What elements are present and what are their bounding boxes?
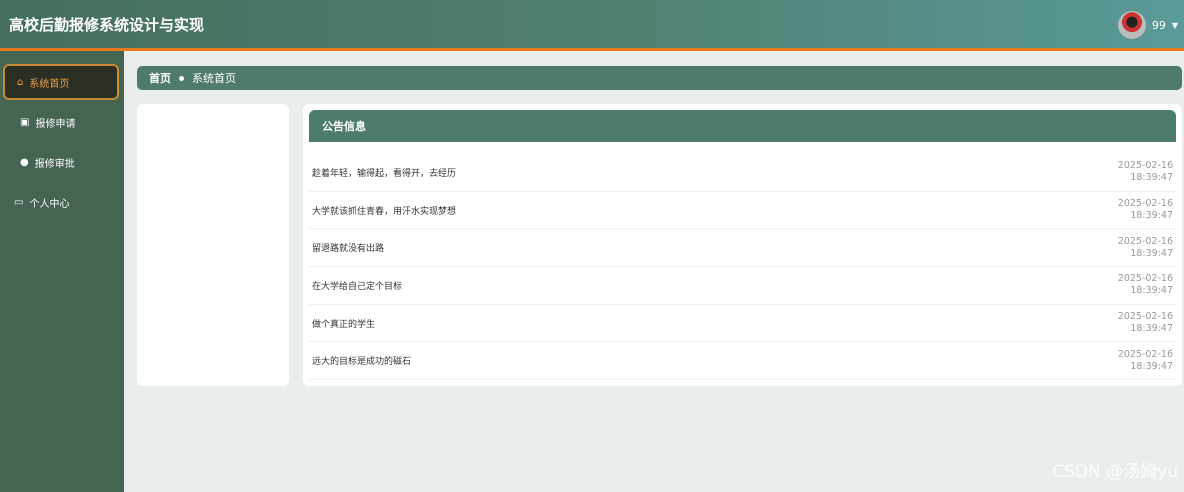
breadcrumb-current: 系统首页: [192, 72, 236, 85]
notice-date: 2025-02-16: [1117, 273, 1173, 285]
sidebar: ⌂ 系统首页 ▣ 报修申请 ● 报修审批 ▭ 个人中心: [0, 51, 124, 492]
notice-item[interactable]: 在大学给自己定个目标 2025-02-16 18:39:47: [309, 267, 1176, 305]
card-icon: ▭: [14, 196, 24, 208]
notice-time: 18:39:47: [1130, 172, 1173, 184]
sidebar-item-label: 报修审批: [34, 158, 75, 170]
breadcrumb: 首页 系统首页: [137, 66, 1182, 90]
watermark: CSDN @汤姆yu: [1052, 462, 1178, 482]
notice-timestamp: 2025-02-16 18:39:47: [1118, 236, 1173, 260]
notice-title[interactable]: 在大学给自己定个目标: [312, 279, 402, 292]
sidebar-item-label: 系统首页: [29, 78, 70, 90]
caret-down-icon: ▼: [1171, 20, 1178, 30]
notice-timestamp: 2025-02-16 18:39:47: [1118, 349, 1173, 373]
sidebar-item-profile[interactable]: ▭ 个人中心: [0, 184, 124, 220]
notice-item[interactable]: 留退路就没有出路 2025-02-16 18:39:47: [309, 229, 1176, 268]
sidebar-item-repair-approval[interactable]: ● 报修审批: [0, 144, 124, 180]
notice-title[interactable]: 做个真正的学生: [312, 317, 375, 330]
notice-date: 2025-02-16: [1117, 235, 1173, 247]
notice-date: 2025-02-16: [1117, 198, 1173, 210]
notice-item[interactable]: 远大的目标是成功的磁石 2025-02-16 18:39:47: [309, 342, 1176, 381]
notice-date: 2025-02-16: [1117, 160, 1173, 172]
notice-date: 2025-02-16: [1117, 348, 1173, 360]
sidebar-item-home[interactable]: ⌂ 系统首页: [3, 64, 119, 100]
notice-timestamp: 2025-02-16 18:39:47: [1118, 160, 1173, 184]
notice-timestamp: 2025-02-16 18:39:47: [1118, 198, 1173, 222]
notice-title[interactable]: 远大的目标是成功的磁石: [312, 354, 411, 367]
notice-panel: 公告信息 趁着年轻，输得起，看得开，去经历 2025-02-16 18:39:47 大…: [303, 104, 1182, 386]
notice-title[interactable]: 留退路就没有出路: [312, 241, 384, 254]
notice-item[interactable]: 做个真正的学生 2025-02-16 18:39:47: [309, 305, 1176, 343]
breadcrumb-separator: [179, 75, 184, 81]
avatar[interactable]: [1117, 11, 1146, 39]
notice-time: 18:39:47: [1130, 285, 1173, 297]
app-title: 高校后勤报修系统设计与实现: [9, 15, 205, 34]
home-icon: ⌂: [17, 76, 24, 88]
notice-item[interactable]: 大学就该抓住青春，用汗水实现梦想 2025-02-16 18:39:47: [309, 192, 1176, 230]
notice-item[interactable]: 趁着年轻，输得起，看得开，去经历 2025-02-16 18:39:47: [309, 154, 1176, 192]
breadcrumb-home[interactable]: 首页: [149, 70, 171, 86]
notice-time: 18:39:47: [1130, 210, 1173, 222]
notice-time: 18:39:47: [1130, 360, 1173, 372]
notice-timestamp: 2025-02-16 18:39:47: [1118, 311, 1173, 335]
sidebar-item-repair-request[interactable]: ▣ 报修申请: [0, 104, 124, 140]
user-icon: ●: [20, 156, 29, 168]
notice-time: 18:39:47: [1130, 247, 1173, 259]
notice-title[interactable]: 趁着年轻，输得起，看得开，去经历: [312, 166, 456, 179]
notice-date: 2025-02-16: [1117, 311, 1173, 323]
top-header: 高校后勤报修系统设计与实现 99 ▼: [0, 0, 1184, 51]
notice-time: 18:39:47: [1130, 323, 1173, 335]
clipboard-icon: ▣: [20, 116, 30, 128]
notice-title[interactable]: 大学就该抓住青春，用汗水实现梦想: [312, 204, 456, 217]
username: 99: [1151, 18, 1166, 32]
notice-timestamp: 2025-02-16 18:39:47: [1118, 273, 1173, 297]
notice-list: 趁着年轻，输得起，看得开，去经历 2025-02-16 18:39:47 大学就该抓住…: [309, 154, 1176, 381]
user-menu[interactable]: 99 ▼: [1117, 11, 1178, 39]
blank-panel: [137, 104, 289, 386]
sidebar-item-label: 个人中心: [29, 198, 70, 210]
notice-panel-title: 公告信息: [309, 110, 1176, 142]
sidebar-item-label: 报修申请: [35, 118, 76, 130]
